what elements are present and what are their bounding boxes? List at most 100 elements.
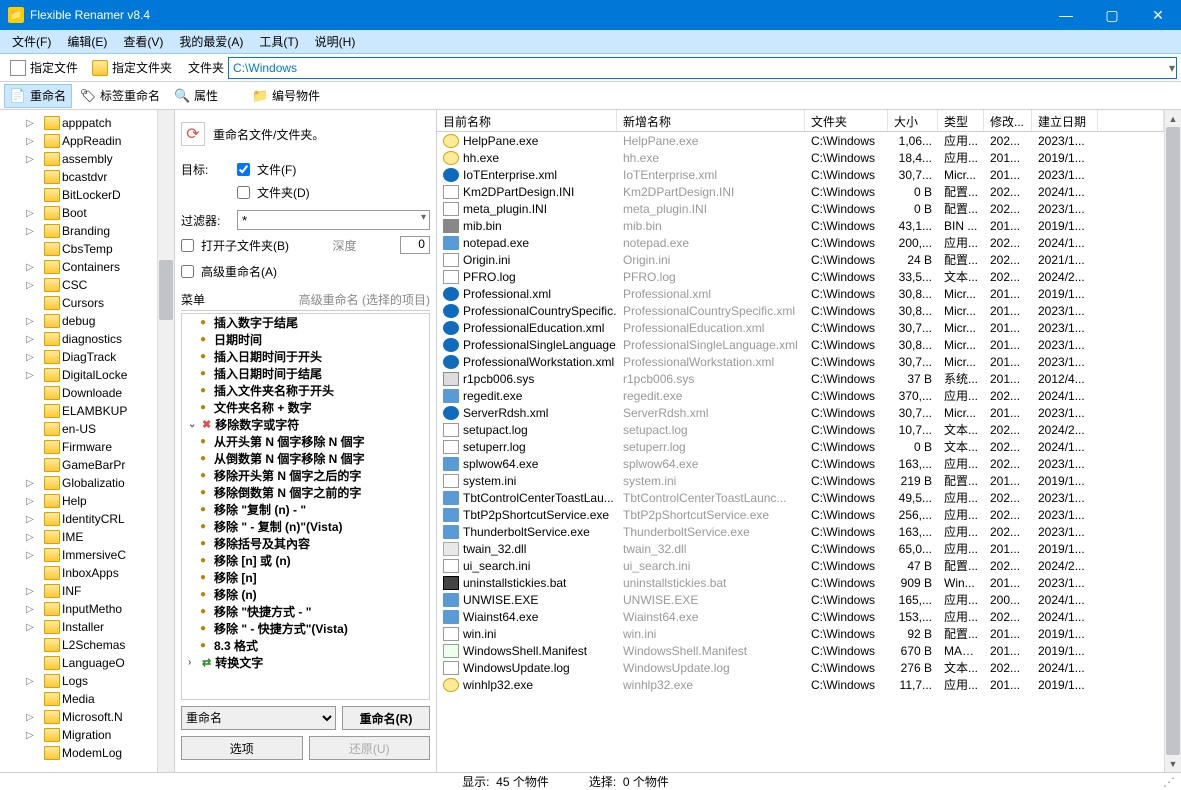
expander-icon[interactable]: ▷ <box>26 478 38 489</box>
file-row[interactable]: UNWISE.EXEUNWISE.EXEC:\Windows165,...应用.… <box>437 591 1164 608</box>
tree-item[interactable]: ▷Branding <box>0 222 157 240</box>
menu-item-5[interactable]: 说明(H) <box>307 30 364 53</box>
menu-item-0[interactable]: 文件(F) <box>4 30 59 53</box>
specify-folder-button[interactable]: 指定文件夹 <box>86 56 178 80</box>
rules-tree[interactable]: ●插入数字于结尾●日期时间●插入日期时间于开头●插入日期时间于结尾●插入文件夹名… <box>181 313 430 700</box>
open-subfolders-checkbox[interactable] <box>181 239 194 252</box>
column-header[interactable]: 建立日期 <box>1032 110 1098 131</box>
mode-rename-button[interactable]: 📄 重命名 <box>4 84 72 108</box>
expander-icon[interactable]: ▷ <box>26 226 38 237</box>
column-header[interactable]: 目前名称 <box>437 110 617 131</box>
rule-item[interactable]: ●从开头第 N 個字移除 N 個字 <box>182 433 429 450</box>
tree-item[interactable]: ▷Help <box>0 492 157 510</box>
tree-item[interactable]: ▷INF <box>0 582 157 600</box>
expander-icon[interactable]: ▷ <box>26 118 38 129</box>
tree-item[interactable]: L2Schemas <box>0 636 157 654</box>
tree-item[interactable]: GameBarPr <box>0 456 157 474</box>
rule-item[interactable]: ●插入数字于结尾 <box>182 314 429 331</box>
file-row[interactable]: Km2DPartDesign.INIKm2DPartDesign.INIC:\W… <box>437 183 1164 200</box>
file-row[interactable]: ServerRdsh.xmlServerRdsh.xmlC:\Windows30… <box>437 404 1164 421</box>
column-header[interactable]: 大小 <box>888 110 938 131</box>
expander-icon[interactable]: ▷ <box>26 280 38 291</box>
rule-item[interactable]: ●移除开头第 N 個字之后的字 <box>182 467 429 484</box>
expander-icon[interactable]: ▷ <box>26 712 38 723</box>
file-row[interactable]: Wiainst64.exeWiainst64.exeC:\Windows153,… <box>437 608 1164 625</box>
tree-item[interactable]: ▷IdentityCRL <box>0 510 157 528</box>
tree-item[interactable]: ▷IME <box>0 528 157 546</box>
rename-button[interactable]: 重命名(R) <box>342 706 430 730</box>
mode-number-button[interactable]: 📁 编号物件 <box>246 84 326 108</box>
rule-item[interactable]: ●移除 (n) <box>182 586 429 603</box>
expander-icon[interactable]: ▷ <box>26 154 38 165</box>
file-row[interactable]: twain_32.dlltwain_32.dllC:\Windows65,0..… <box>437 540 1164 557</box>
expander-icon[interactable]: ▷ <box>26 676 38 687</box>
rule-item[interactable]: ●移除括号及其內容 <box>182 535 429 552</box>
resize-grip[interactable]: ⋰ <box>1163 775 1173 789</box>
rule-item[interactable]: ●日期时间 <box>182 331 429 348</box>
file-row[interactable]: ProfessionalSingleLanguage...Professiona… <box>437 336 1164 353</box>
file-row[interactable]: IoTEnterprise.xmlIoTEnterprise.xmlC:\Win… <box>437 166 1164 183</box>
file-row[interactable]: PFRO.logPFRO.logC:\Windows33,5...文本...20… <box>437 268 1164 285</box>
tree-item[interactable]: bcastdvr <box>0 168 157 186</box>
tree-item[interactable]: Firmware <box>0 438 157 456</box>
tree-item[interactable]: CbsTemp <box>0 240 157 258</box>
expander-icon[interactable]: ▷ <box>26 136 38 147</box>
filter-input[interactable] <box>237 210 430 230</box>
file-row[interactable]: win.iniwin.iniC:\Windows92 B配置...201...2… <box>437 625 1164 642</box>
column-header[interactable]: 类型 <box>938 110 984 131</box>
expander-icon[interactable]: ▷ <box>26 604 38 615</box>
rule-item[interactable]: ●移除 "快捷方式 - " <box>182 603 429 620</box>
tree-item[interactable]: ▷Logs <box>0 672 157 690</box>
file-row[interactable]: WindowsShell.ManifestWindowsShell.Manife… <box>437 642 1164 659</box>
tree-item[interactable]: Media <box>0 690 157 708</box>
file-list-scrollbar[interactable]: ▲ ▼ <box>1164 110 1181 772</box>
maximize-button[interactable]: ▢ <box>1089 0 1135 30</box>
tree-item[interactable]: BitLockerD <box>0 186 157 204</box>
mode-attrs-button[interactable]: 🔍 属性 <box>168 84 224 108</box>
file-row[interactable]: Professional.xmlProfessional.xmlC:\Windo… <box>437 285 1164 302</box>
expand-icon[interactable]: › <box>188 657 202 668</box>
expander-icon[interactable]: ▷ <box>26 208 38 219</box>
expander-icon[interactable]: ▷ <box>26 532 38 543</box>
file-row[interactable]: TbtControlCenterToastLau...TbtControlCen… <box>437 489 1164 506</box>
rule-item[interactable]: ●移除 [n] 或 (n) <box>182 552 429 569</box>
tree-item[interactable]: ▷Microsoft.N <box>0 708 157 726</box>
file-row[interactable]: r1pcb006.sysr1pcb006.sysC:\Windows37 B系统… <box>437 370 1164 387</box>
expander-icon[interactable]: ▷ <box>26 352 38 363</box>
tree-item[interactable]: Downloade <box>0 384 157 402</box>
file-row[interactable]: uninstallstickies.batuninstallstickies.b… <box>437 574 1164 591</box>
file-row[interactable]: notepad.exenotepad.exeC:\Windows200,...应… <box>437 234 1164 251</box>
tree-item[interactable]: InboxApps <box>0 564 157 582</box>
rule-item[interactable]: ●移除 " - 复制 (n)"(Vista) <box>182 518 429 535</box>
tree-item[interactable]: ▷Containers <box>0 258 157 276</box>
tree-item[interactable]: ModemLog <box>0 744 157 762</box>
file-row[interactable]: Origin.iniOrigin.iniC:\Windows24 B配置...2… <box>437 251 1164 268</box>
tree-scrollbar[interactable] <box>157 110 174 772</box>
path-input[interactable] <box>228 57 1177 79</box>
rule-item[interactable]: ●8.3 格式 <box>182 637 429 654</box>
action-dropdown[interactable]: 重命名 <box>181 706 336 730</box>
tree-item[interactable]: ▷Globalizatio <box>0 474 157 492</box>
rule-item[interactable]: ●移除 [n] <box>182 569 429 586</box>
file-row[interactable]: splwow64.exesplwow64.exeC:\Windows163,..… <box>437 455 1164 472</box>
menu-item-2[interactable]: 查看(V) <box>115 30 171 53</box>
tree-item[interactable]: ▷debug <box>0 312 157 330</box>
file-row[interactable]: TbtP2pShortcutService.exeTbtP2pShortcutS… <box>437 506 1164 523</box>
expander-icon[interactable]: ▷ <box>26 262 38 273</box>
expander-icon[interactable]: ▷ <box>26 730 38 741</box>
tree-item[interactable]: ▷AppReadin <box>0 132 157 150</box>
expander-icon[interactable]: ▷ <box>26 514 38 525</box>
file-row[interactable]: ThunderboltService.exeThunderboltService… <box>437 523 1164 540</box>
tree-item[interactable]: ▷DiagTrack <box>0 348 157 366</box>
tree-item[interactable]: ▷DigitalLocke <box>0 366 157 384</box>
file-row[interactable]: meta_plugin.INImeta_plugin.INIC:\Windows… <box>437 200 1164 217</box>
file-row[interactable]: HelpPane.exeHelpPane.exeC:\Windows1,06..… <box>437 132 1164 149</box>
file-row[interactable]: system.inisystem.iniC:\Windows219 B配置...… <box>437 472 1164 489</box>
file-row[interactable]: hh.exehh.exeC:\Windows18,4...应用...201...… <box>437 149 1164 166</box>
rule-item[interactable]: ⌄✖移除数字或字符 <box>182 416 429 433</box>
menu-item-1[interactable]: 编辑(E) <box>59 30 115 53</box>
tree-item[interactable]: ▷Boot <box>0 204 157 222</box>
tree-item[interactable]: ▷diagnostics <box>0 330 157 348</box>
expander-icon[interactable]: ▷ <box>26 334 38 345</box>
tree-item[interactable]: ELAMBKUP <box>0 402 157 420</box>
